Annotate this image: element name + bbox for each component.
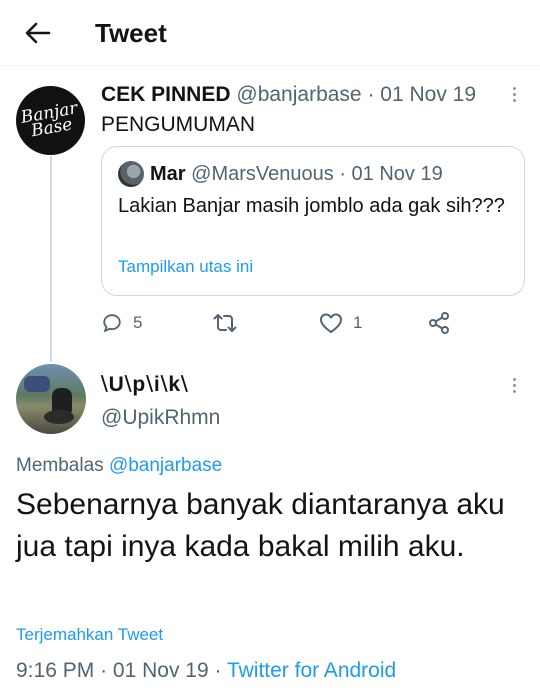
avatar-banjarbase[interactable]: Banjar Base — [16, 86, 85, 155]
tweet-meta: 9:16 PM · 01 Nov 19 · Twitter for Androi… — [16, 658, 396, 684]
tweet-time[interactable]: 9:16 PM — [16, 659, 94, 682]
page-title: Tweet — [95, 18, 167, 48]
retweet-icon — [213, 314, 237, 332]
more-options-button[interactable] — [504, 82, 524, 106]
reply-button[interactable]: 5 — [101, 308, 142, 338]
replying-to-link[interactable]: @banjarbase — [109, 455, 222, 476]
more-dot — [512, 389, 516, 393]
thread-connector-line — [50, 156, 52, 362]
quoted-author-handle: @MarsVenuous — [191, 163, 334, 185]
translate-tweet-link[interactable]: Terjemahkan Tweet — [16, 625, 163, 645]
more-dot — [512, 98, 516, 102]
tweet-source-link[interactable]: Twitter for Android — [227, 659, 396, 682]
reply-icon — [103, 314, 121, 333]
quoted-tweet-header: Mar @MarsVenuous · 01 Nov 19 — [150, 161, 443, 187]
tweet-actions: 5 1 — [101, 308, 461, 338]
quoted-tweet-text: Lakian Banjar masih jomblo ada gak sih??… — [118, 195, 505, 217]
replying-to-line: Membalas @banjarbase — [16, 454, 222, 478]
more-options-button[interactable] — [504, 373, 524, 397]
retweet-button[interactable] — [213, 308, 247, 338]
arrow-left-icon — [25, 22, 51, 44]
separator-dot: · — [214, 659, 222, 682]
avatar-shape — [24, 376, 50, 392]
tweet-text: Sebenarnya banyak diantaranya aku jua ta… — [16, 488, 505, 563]
quoted-author-avatar — [118, 161, 144, 187]
reply-count: 5 — [133, 313, 143, 332]
separator-dot: · — [339, 163, 346, 185]
tweet-header: CEK PINNED @banjarbase · 01 Nov 19 — [101, 82, 476, 108]
replying-to-prefix: Membalas — [16, 455, 104, 476]
like-button[interactable]: 1 — [319, 308, 362, 338]
like-count: 1 — [353, 313, 363, 332]
quoted-tweet-card[interactable]: Mar @MarsVenuous · 01 Nov 19 Lakian Banj… — [101, 146, 525, 296]
back-button[interactable] — [18, 16, 58, 50]
tweet-text: PENGUMUMAN — [101, 113, 256, 136]
share-button[interactable] — [427, 308, 451, 338]
quoted-author-name: Mar — [150, 163, 186, 185]
separator-dot: · — [367, 83, 375, 106]
more-dot — [512, 92, 516, 96]
avatar-shape — [44, 410, 74, 424]
top-bar: Tweet — [0, 0, 540, 66]
author-handle[interactable]: @UpikRhmn — [101, 405, 220, 431]
author-handle[interactable]: @banjarbase — [236, 83, 361, 106]
more-dot — [512, 383, 516, 387]
more-dot — [512, 377, 516, 381]
banjarbase-logo: Banjar Base — [19, 97, 79, 141]
share-icon — [429, 312, 449, 334]
quoted-tweet-date: 01 Nov 19 — [351, 163, 443, 185]
more-dot — [512, 86, 516, 90]
tweet-date[interactable]: 01 Nov 19 — [380, 83, 476, 106]
tweet-date[interactable]: 01 Nov 19 — [113, 659, 209, 682]
show-thread-link[interactable]: Tampilkan utas ini — [118, 257, 253, 277]
author-name[interactable]: ⧵U⧵p⧵i⧵k⧵ — [101, 372, 189, 398]
avatar-upikrhmn[interactable] — [16, 364, 86, 434]
separator-dot: · — [100, 659, 108, 682]
author-name[interactable]: CEK PINNED — [101, 83, 231, 106]
heart-icon — [320, 313, 342, 333]
